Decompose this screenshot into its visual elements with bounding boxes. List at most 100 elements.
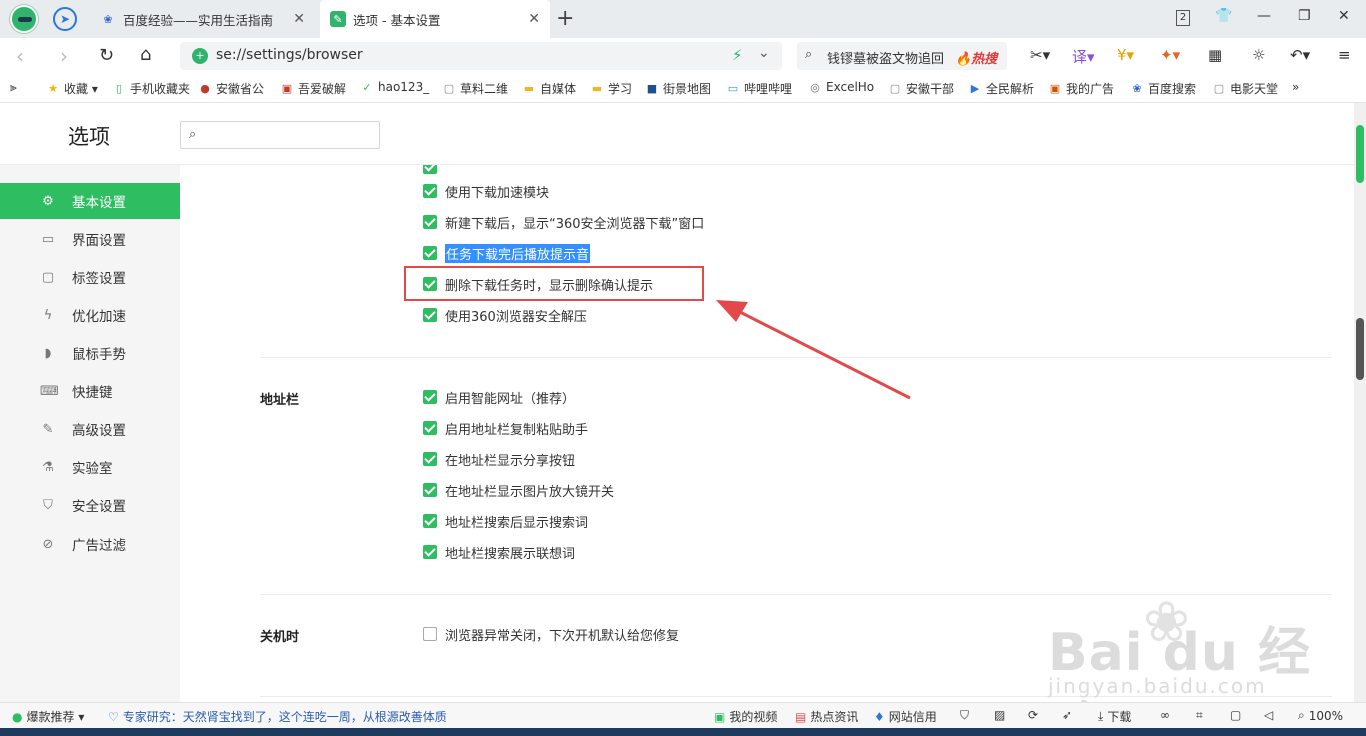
chevron-down-icon[interactable]: ⌄ (758, 45, 770, 61)
back-icon[interactable]: ‹ (16, 44, 24, 68)
scrollbar-track[interactable] (1354, 103, 1366, 702)
close-icon[interactable]: ✕ (528, 11, 540, 27)
undo-icon[interactable]: ↶▾ (1290, 46, 1310, 64)
game-icon[interactable]: ✦▾ (1160, 46, 1180, 64)
option-paste-helper[interactable]: 启用地址栏复制粘贴助手 (423, 418, 588, 438)
my-video-button[interactable]: ▣ 我的视频 (714, 708, 777, 725)
bookmark-item[interactable]: ▢ 安徽干部 (888, 80, 954, 97)
menu-icon[interactable]: ≡ (1338, 46, 1351, 64)
close-icon[interactable]: ✕ (293, 11, 305, 27)
checkbox[interactable] (423, 483, 437, 497)
news-ticker[interactable]: ♡ 专家研究：天然肾宝找到了，这个连吃一周，从根源改善体质 (108, 708, 447, 725)
tab-baidu-jingyan[interactable]: ❀ 百度经验——实用生活指南 ✕ (90, 0, 315, 38)
url-text[interactable]: se://settings/browser (216, 47, 363, 63)
side-scroll-handle[interactable] (1356, 318, 1364, 380)
settings-search[interactable]: ⌕ (180, 121, 380, 149)
tab-count-badge[interactable]: 2 (1176, 10, 1190, 26)
forward-icon[interactable]: › (60, 44, 68, 68)
bookmark-item[interactable]: ■ 街景地图 (645, 80, 711, 97)
scissors-icon[interactable]: ✂▾ (1030, 46, 1050, 64)
option-download-sound[interactable]: 任务下载完后播放提示音 (423, 243, 591, 263)
checkbox[interactable] (423, 215, 437, 229)
checkbox[interactable] (423, 184, 437, 198)
checkbox[interactable] (423, 452, 437, 466)
compass-icon[interactable]: ➤ (53, 7, 77, 31)
sidebar-item-tabs[interactable]: ▢ 标签设置 (0, 259, 180, 295)
option-image-magnifier[interactable]: 在地址栏显示图片放大镜开关 (423, 480, 614, 500)
sidebar-item-interface[interactable]: ▭ 界面设置 (0, 221, 180, 257)
option-suggestions[interactable]: 地址栏搜索展示联想词 (423, 542, 575, 562)
hot-search-badge[interactable]: 🔥热搜 (955, 48, 997, 67)
skin-icon[interactable]: 👕 (1215, 8, 1232, 24)
volume-icon[interactable]: ◁ (1264, 708, 1273, 722)
checkbox[interactable] (423, 246, 437, 260)
bookmark-item[interactable]: ● 安徽省公 (198, 80, 264, 97)
checkbox[interactable] (423, 421, 437, 435)
checkbox[interactable] (423, 390, 437, 404)
more-bookmarks-icon[interactable]: » (1292, 80, 1299, 94)
minimize-icon[interactable]: — (1257, 8, 1271, 24)
bookmark-item[interactable]: ✓ hao123_ (360, 80, 429, 94)
speed-icon[interactable]: ⚡ (732, 46, 743, 64)
bookmark-item[interactable]: ▶ 全民解析 (968, 80, 1034, 97)
bookmark-item[interactable]: ★ 收藏 ▾ (46, 80, 98, 97)
bookmark-item[interactable]: ❀ 百度搜索 (1130, 80, 1196, 97)
option-share-button[interactable]: 在地址栏显示分享按钮 (423, 449, 575, 469)
browser-logo-icon[interactable] (10, 5, 38, 33)
bookmark-item[interactable]: ◎ ExcelHo (808, 80, 874, 94)
promo-item[interactable]: ● 爆款推荐 ▾ (12, 708, 84, 725)
coin-icon[interactable]: ¥▾ (1117, 46, 1134, 64)
translate-icon[interactable]: 译▾ (1072, 46, 1095, 67)
scrollbar-thumb[interactable] (1356, 125, 1364, 183)
url-bar[interactable]: + se://settings/browser ⚡ ⌄ (180, 42, 782, 70)
bookmark-item[interactable]: ▢ 草料二维 (442, 80, 508, 97)
bookmark-item[interactable]: ▢ 电影天堂 (1212, 80, 1278, 97)
search-suggestion[interactable]: 钱镠墓被盗文物追回 (827, 48, 944, 67)
download-button[interactable]: ⤓ 下载 (1098, 708, 1131, 725)
image-icon[interactable]: ▨ (994, 708, 1005, 722)
incognito-icon[interactable]: ∞ (1160, 708, 1170, 722)
sidebar-item-security[interactable]: ⛉ 安全设置 (0, 487, 180, 523)
brightness-icon[interactable]: ☼ (1252, 46, 1265, 64)
sidebar-item-advanced[interactable]: ✎ 高级设置 (0, 411, 180, 447)
option-download-accelerate[interactable]: 使用下载加速模块 (423, 181, 549, 201)
sidebar-item-optimize[interactable]: ϟ 优化加速 (0, 297, 180, 333)
rocket-icon[interactable]: ➶ (1062, 708, 1072, 722)
sidebar-item-adblock[interactable]: ⊘ 广告过滤 (0, 526, 180, 562)
sidebar-item-lab[interactable]: ⚗ 实验室 (0, 449, 180, 485)
bookmark-item[interactable]: ▣ 吾爱破解 (280, 80, 346, 97)
settings-search-input[interactable] (207, 126, 373, 144)
window-icon[interactable]: ▢ (1230, 708, 1241, 722)
shield-status-icon[interactable]: ⛉ (960, 708, 969, 723)
bookmark-item[interactable]: ▭ 哔哩哔哩 (726, 80, 792, 97)
maximize-icon[interactable]: ❐ (1298, 8, 1311, 24)
reload-icon[interactable]: ↻ (99, 45, 114, 66)
option-crash-restore[interactable]: 浏览器异常关闭，下次开机默认给您修复 (423, 624, 679, 644)
option-show-search-term[interactable]: 地址栏搜索后显示搜索词 (423, 511, 588, 531)
bookmark-item[interactable]: ▯ 手机收藏夹 (112, 80, 190, 97)
option-safe-unzip[interactable]: 使用360浏览器安全解压 (423, 305, 587, 325)
refresh-icon[interactable]: ⟳ (1028, 708, 1038, 722)
sidebar-item-shortcuts[interactable]: ⌨ 快捷键 (0, 373, 180, 409)
bookmark-item[interactable]: ▬ 学习 (590, 80, 632, 97)
checkbox[interactable] (423, 545, 437, 559)
checkbox[interactable] (423, 514, 437, 528)
bookmark-item[interactable]: ▣ 我的广告 (1048, 80, 1114, 97)
home-icon[interactable]: ⌂ (140, 44, 151, 65)
checkbox[interactable] (423, 627, 437, 641)
bookmark-item[interactable]: ▬ 自媒体 (522, 80, 576, 97)
hot-news-button[interactable]: ▤ 热点资讯 (795, 708, 858, 725)
sidebar-item-basic[interactable]: ⚙ 基本设置 (0, 183, 180, 219)
zoom-control[interactable]: ⌕ 100% (1298, 708, 1343, 723)
new-tab-button[interactable]: + (556, 6, 574, 31)
option-smart-url[interactable]: 启用智能网址（推荐） (423, 387, 575, 407)
checkbox[interactable] (423, 308, 437, 322)
site-credit-button[interactable]: ♦ 网站信用 (874, 708, 937, 725)
sidebar-item-mouse[interactable]: ◗ 鼠标手势 (0, 335, 180, 371)
sidebar-toggle-icon[interactable]: ⫸ (10, 80, 17, 95)
option-show-download-window[interactable]: 新建下载后，显示“360安全浏览器下载”窗口 (423, 212, 704, 232)
apps-grid-icon[interactable]: ▦ (1208, 46, 1222, 64)
search-box[interactable]: ⌕ 钱镠墓被盗文物追回 🔥热搜 (797, 42, 1007, 70)
crop-icon[interactable]: ⌗ (1196, 708, 1203, 723)
checkbox[interactable] (423, 165, 437, 174)
